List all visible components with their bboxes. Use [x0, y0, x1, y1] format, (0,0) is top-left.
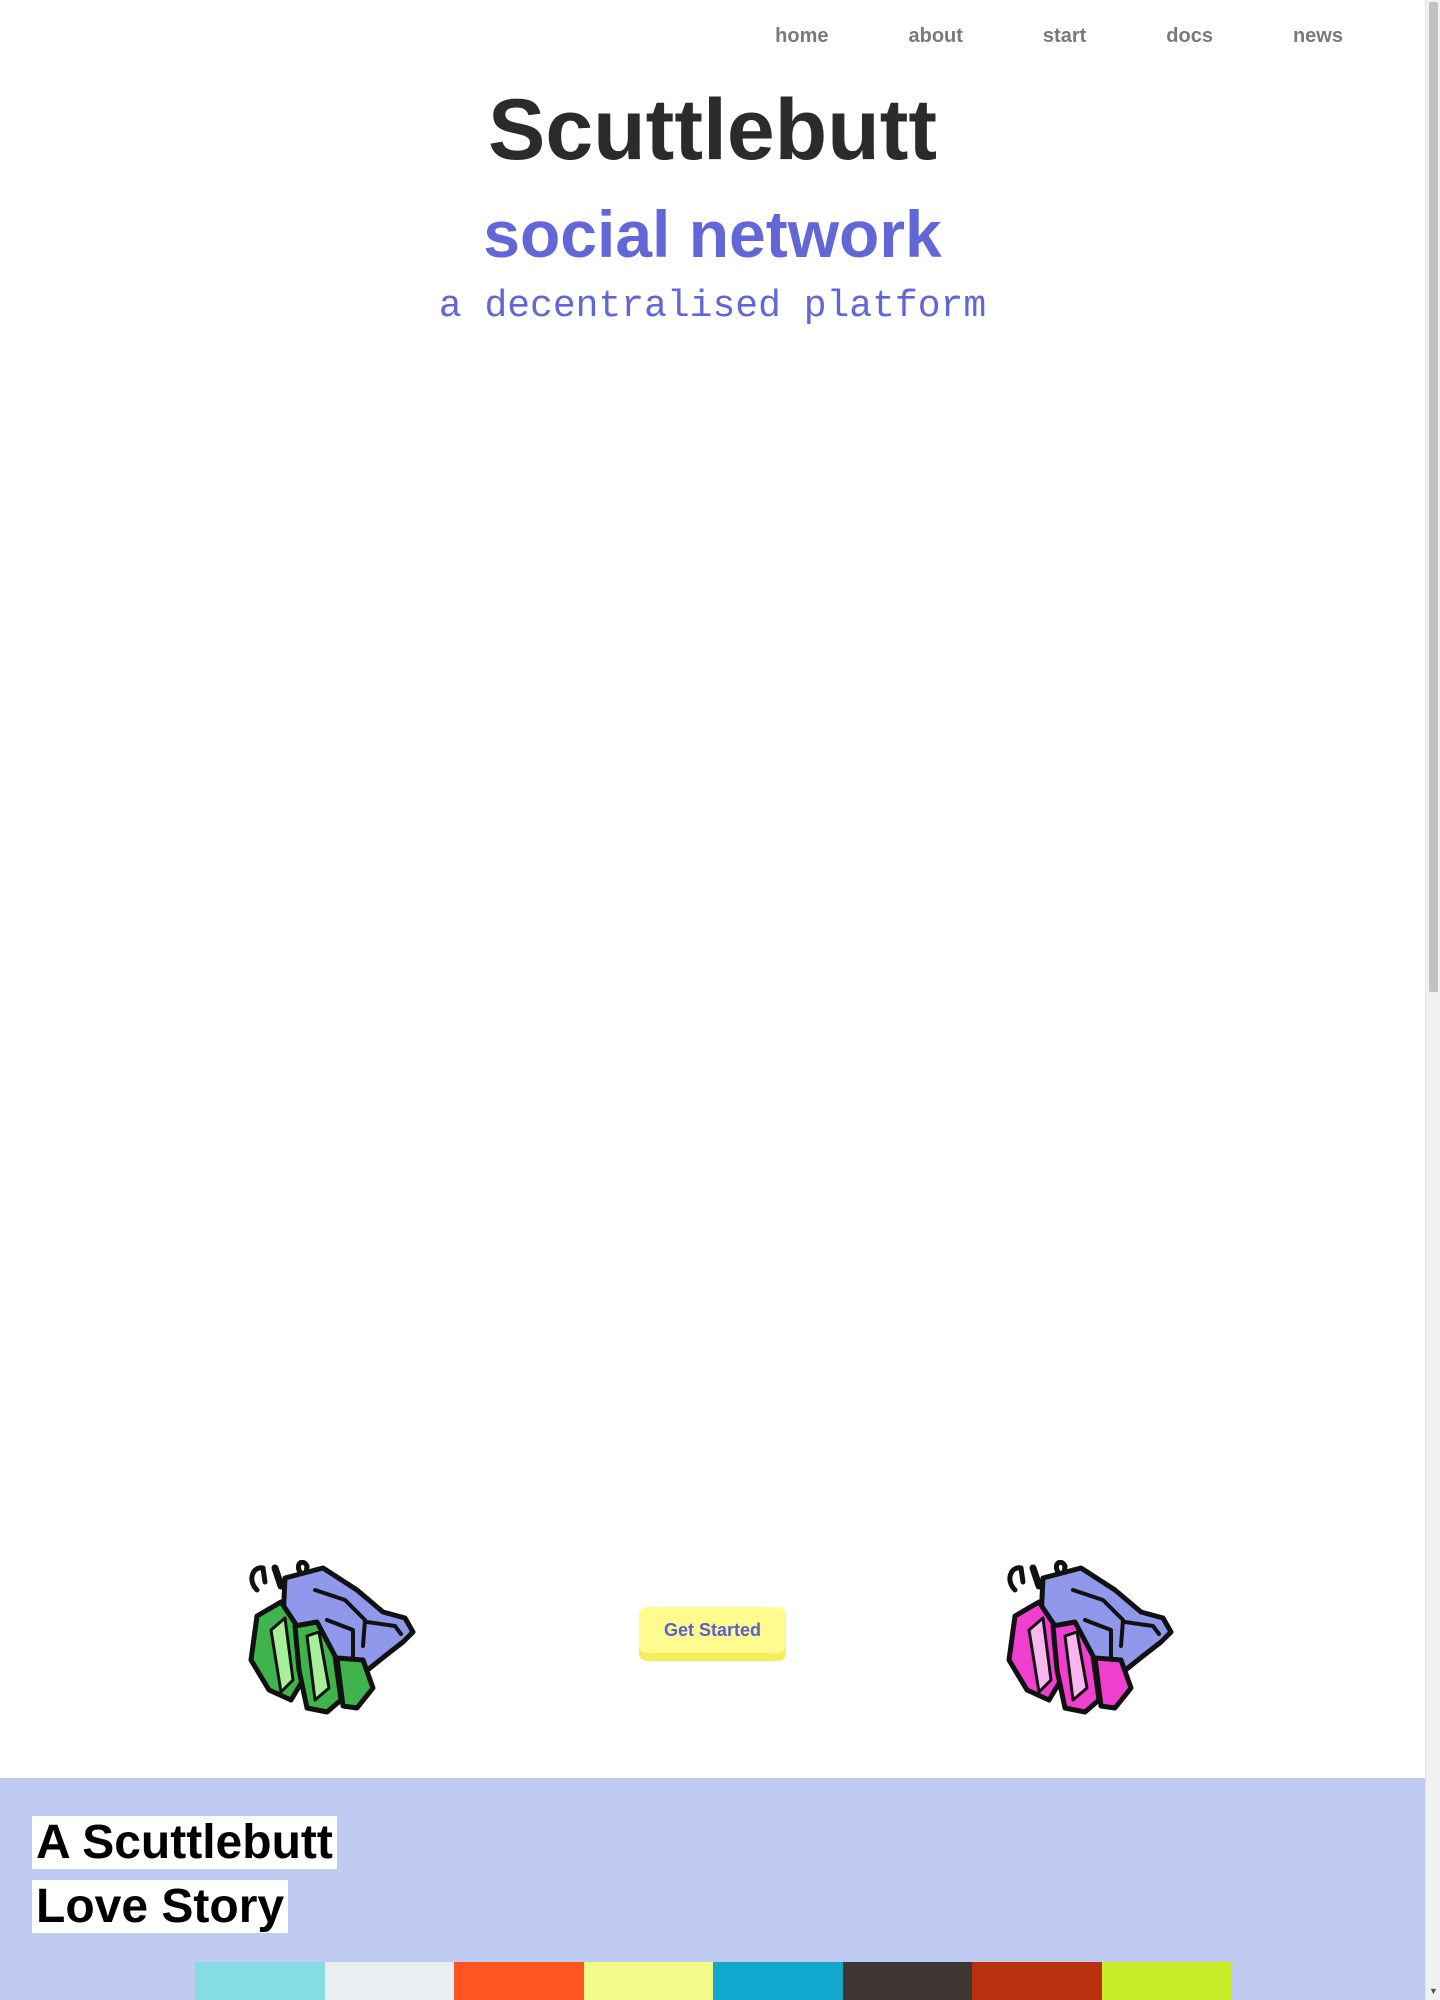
palette-swatch	[1101, 1962, 1231, 2000]
palette-swatch	[972, 1962, 1102, 2000]
story-title-line2: Love Story	[32, 1880, 289, 1933]
top-nav: home about start docs news	[735, 22, 1383, 51]
pink-hermit-crab-icon	[1006, 1560, 1174, 1715]
hero-tagline: a decentralised platform	[438, 285, 987, 328]
palette-swatch	[713, 1962, 843, 2000]
love-story-section: A Scuttlebutt Love Story	[0, 1778, 1425, 2000]
palette-swatch	[195, 1962, 325, 2000]
nav-home-link[interactable]: home	[735, 22, 868, 51]
hero-title: Scuttlebutt	[487, 82, 938, 178]
palette-swatch	[842, 1962, 972, 2000]
palette-swatch	[454, 1962, 584, 2000]
green-hermit-crab-icon	[248, 1560, 416, 1715]
page: home about start docs news Scuttlebutt s…	[0, 0, 1425, 2000]
palette-swatch	[324, 1962, 454, 2000]
hero-subtitle: social network	[483, 197, 942, 271]
palette-swatch	[583, 1962, 713, 2000]
nav-docs-link[interactable]: docs	[1126, 22, 1253, 51]
color-palette-strip	[195, 1962, 1231, 2000]
get-started-button[interactable]: Get Started	[639, 1607, 786, 1661]
nav-about-link[interactable]: about	[868, 22, 1002, 51]
story-title-line1: A Scuttlebutt	[32, 1816, 337, 1869]
nav-news-link[interactable]: news	[1253, 22, 1383, 51]
scroll-down-arrow-icon[interactable]: ▼	[1426, 1984, 1440, 1998]
nav-start-link[interactable]: start	[1003, 22, 1126, 51]
vertical-scrollbar[interactable]: ▼	[1425, 0, 1440, 2000]
scrollbar-thumb[interactable]	[1429, 2, 1438, 992]
story-title: A Scuttlebutt Love Story	[32, 1811, 337, 1939]
